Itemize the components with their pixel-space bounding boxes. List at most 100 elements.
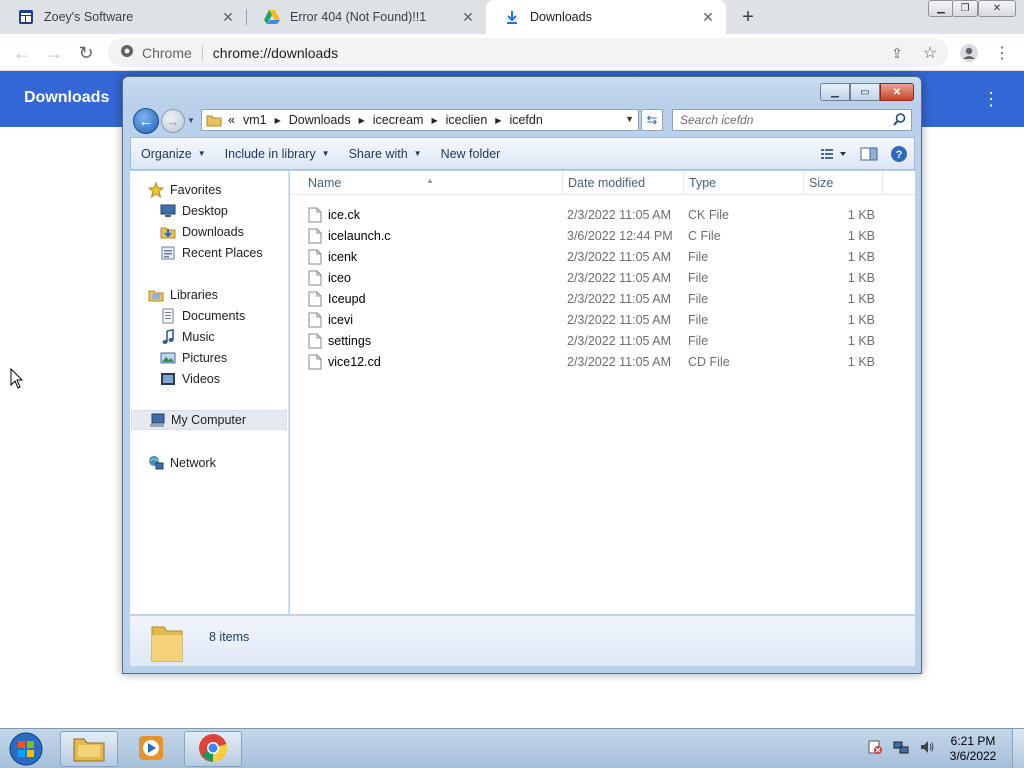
taskbar-explorer-button[interactable] <box>60 731 118 767</box>
new-tab-button[interactable]: + <box>736 6 760 28</box>
breadcrumb-arrow-icon[interactable]: ▶ <box>275 116 281 125</box>
column-name[interactable]: Name <box>308 176 341 190</box>
explorer-forward-button[interactable]: → <box>161 109 185 133</box>
start-button[interactable] <box>6 730 46 768</box>
file-name: iceo <box>328 271 351 285</box>
explorer-close-button[interactable]: ✕ <box>880 83 914 101</box>
file-name: settings <box>328 334 372 348</box>
site-icon <box>18 9 34 25</box>
breadcrumb-arrow-icon[interactable]: ▶ <box>495 116 501 125</box>
preview-pane-icon[interactable] <box>854 147 884 161</box>
nav-videos[interactable]: Videos <box>160 369 220 389</box>
documents-icon <box>160 308 176 324</box>
taskbar-clock[interactable]: 6:21 PM 3/6/2022 <box>940 734 1006 764</box>
nav-downloads[interactable]: Downloads <box>160 222 244 242</box>
close-tab-icon[interactable]: ✕ <box>460 9 476 25</box>
search-input[interactable]: Search icefdn <box>672 109 912 131</box>
nav-favorites[interactable]: Favorites <box>148 180 221 200</box>
profile-avatar[interactable] <box>956 40 982 66</box>
explorer-titlebar[interactable] <box>123 77 921 107</box>
nav-desktop[interactable]: Desktop <box>160 201 228 221</box>
videos-icon <box>160 371 176 387</box>
action-center-icon[interactable] <box>867 739 883 758</box>
downloads-menu-icon[interactable]: ⋮ <box>982 87 1000 111</box>
download-icon <box>504 9 520 25</box>
explorer-minimize-button[interactable]: ▁ <box>820 83 850 101</box>
network-tray-icon[interactable] <box>893 739 909 758</box>
file-row[interactable]: Iceupd 2/3/2022 11:05 AM File 1 KB <box>304 289 884 310</box>
omnibox[interactable]: Chrome chrome://downloads <box>108 38 948 67</box>
new-folder-button[interactable]: New folder <box>431 138 510 169</box>
file-row[interactable]: iceo 2/3/2022 11:05 AM File 1 KB <box>304 268 884 289</box>
file-type: CD File <box>688 355 730 369</box>
close-tab-icon[interactable]: ✕ <box>220 9 236 25</box>
nav-my-computer[interactable]: My Computer <box>131 410 287 430</box>
view-options-icon[interactable] <box>814 148 854 160</box>
file-date-modified: 2/3/2022 11:05 AM <box>567 313 672 327</box>
tab-title: Error 404 (Not Found)!!1 <box>290 10 427 24</box>
column-date-modified[interactable]: Date modified <box>568 176 645 190</box>
taskbar-chrome-button[interactable] <box>184 731 242 767</box>
nav-network[interactable]: Network <box>148 453 216 473</box>
share-icon[interactable]: ⇪ <box>884 40 910 66</box>
restore-button[interactable]: ❐ <box>952 0 978 17</box>
search-icon[interactable] <box>893 113 906 129</box>
nav-documents[interactable]: Documents <box>160 306 245 326</box>
reload-button[interactable]: ↻ <box>73 40 99 66</box>
share-with-menu[interactable]: Share with ▼ <box>339 138 431 169</box>
include-in-library-menu[interactable]: Include in library ▼ <box>215 138 339 169</box>
file-row[interactable]: settings 2/3/2022 11:05 AM File 1 KB <box>304 331 884 352</box>
tab-downloads[interactable]: Downloads ✕ <box>486 0 726 34</box>
file-row[interactable]: icevi 2/3/2022 11:05 AM File 1 KB <box>304 310 884 331</box>
breadcrumb-iceclien[interactable]: iceclien ▶ <box>446 113 510 127</box>
nav-libraries[interactable]: Libraries <box>148 285 218 305</box>
file-row[interactable]: icenk 2/3/2022 11:05 AM File 1 KB <box>304 247 884 268</box>
refresh-icon[interactable]: ⇆ <box>641 109 663 131</box>
breadcrumb-arrow-icon[interactable]: ▶ <box>359 116 365 125</box>
explorer-back-button[interactable]: ← <box>133 108 159 134</box>
organize-menu[interactable]: Organize ▼ <box>131 138 215 169</box>
kebab-menu-icon[interactable]: ⋮ <box>989 40 1015 66</box>
nav-recent-places[interactable]: Recent Places <box>160 243 263 263</box>
file-row[interactable]: ice.ck 2/3/2022 11:05 AM CK File 1 KB <box>304 205 884 226</box>
breadcrumb-vm1[interactable]: vm1 ▶ <box>243 113 289 127</box>
file-date-modified: 3/6/2022 12:44 PM <box>567 229 673 243</box>
media-player-icon <box>137 734 165 765</box>
address-dropdown-icon[interactable]: ▼ <box>625 114 634 124</box>
column-size[interactable]: Size <box>809 176 833 190</box>
file-icon <box>308 228 322 247</box>
show-desktop-button[interactable] <box>1012 729 1024 768</box>
explorer-maximize-button[interactable]: ▭ <box>850 83 880 101</box>
tab-zoeys-software[interactable]: Zoey's Software ✕ <box>0 0 246 34</box>
address-bar[interactable]: « vm1 ▶ Downloads ▶ icecream ▶ iceclien ▶ ic… <box>201 109 639 131</box>
bookmark-star-icon[interactable]: ☆ <box>917 40 943 66</box>
close-tab-icon[interactable]: ✕ <box>700 9 716 25</box>
file-date-modified: 2/3/2022 11:05 AM <box>567 355 672 369</box>
sort-up-icon: ▲ <box>426 176 434 185</box>
file-name: vice12.cd <box>328 355 381 369</box>
close-window-button[interactable]: ✕ <box>978 0 1016 17</box>
nav-pictures[interactable]: Pictures <box>160 348 227 368</box>
forward-button[interactable]: → <box>41 40 67 66</box>
chevron-down-icon: ▼ <box>413 149 422 158</box>
breadcrumb-arrow-icon[interactable]: ▶ <box>431 116 437 125</box>
file-row[interactable]: icelaunch.c 3/6/2022 12:44 PM C File 1 KB <box>304 226 884 247</box>
breadcrumb-icecream[interactable]: icecream ▶ <box>373 113 446 127</box>
history-dropdown-icon[interactable]: ▼ <box>187 116 195 125</box>
breadcrumb-icefdn[interactable]: icefdn <box>509 113 542 127</box>
mouse-cursor-icon <box>10 367 24 393</box>
column-type[interactable]: Type <box>689 176 716 190</box>
file-row[interactable]: vice12.cd 2/3/2022 11:05 AM CD File 1 KB <box>304 352 884 373</box>
overflow-chevron-icon[interactable]: « <box>228 113 235 127</box>
chrome-icon <box>120 44 134 61</box>
help-icon[interactable]: ? <box>884 145 914 163</box>
nav-music[interactable]: Music <box>160 327 215 347</box>
volume-icon[interactable] <box>919 739 935 758</box>
breadcrumb-downloads[interactable]: Downloads ▶ <box>289 113 373 127</box>
taskbar-media-player-button[interactable] <box>122 731 180 767</box>
minimize-button[interactable]: ▁ <box>928 0 954 17</box>
back-button[interactable]: ← <box>9 40 35 66</box>
chevron-down-icon: ▼ <box>197 149 206 158</box>
file-date-modified: 2/3/2022 11:05 AM <box>567 208 672 222</box>
tab-error-404[interactable]: Error 404 (Not Found)!!1 ✕ <box>246 0 486 34</box>
